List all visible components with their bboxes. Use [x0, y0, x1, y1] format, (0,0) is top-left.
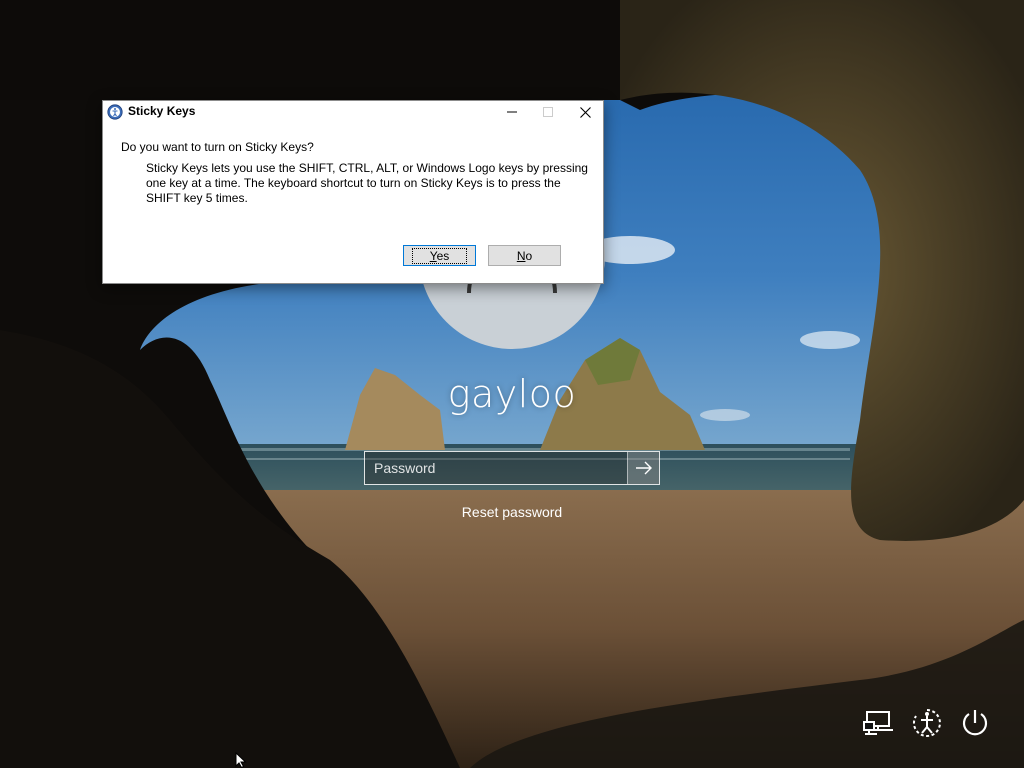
sticky-keys-dialog: Sticky Keys Do you want to turn on Stick… [102, 100, 604, 284]
close-icon [579, 106, 591, 118]
submit-button[interactable] [627, 452, 659, 484]
reset-password-link[interactable]: Reset password [412, 504, 612, 520]
no-button[interactable]: No [488, 245, 561, 266]
ease-of-access-icon [107, 104, 123, 120]
password-input[interactable] [365, 452, 627, 484]
maximize-icon [543, 107, 553, 117]
yes-button[interactable]: Yes [403, 245, 476, 266]
yes-button-label: Yes [411, 247, 468, 264]
ease-of-access-icon [913, 709, 941, 737]
arrow-right-icon [635, 461, 652, 475]
dialog-question: Do you want to turn on Sticky Keys? [121, 140, 314, 154]
maximize-button[interactable] [529, 101, 567, 123]
network-button[interactable] [862, 706, 896, 740]
minimize-button[interactable] [493, 101, 531, 123]
mouse-cursor-icon [235, 752, 247, 768]
dialog-title: Sticky Keys [128, 104, 196, 118]
minimize-icon [507, 111, 517, 113]
dialog-titlebar[interactable]: Sticky Keys [103, 101, 603, 123]
ease-of-access-button[interactable] [910, 706, 944, 740]
power-button[interactable] [958, 706, 992, 740]
user-name: gayloo [447, 372, 577, 416]
power-icon [962, 710, 988, 736]
network-icon [863, 711, 893, 735]
password-box [364, 451, 660, 485]
close-button[interactable] [566, 101, 604, 123]
dialog-body-text: Sticky Keys lets you use the SHIFT, CTRL… [146, 161, 588, 205]
no-button-label: No [516, 248, 533, 263]
